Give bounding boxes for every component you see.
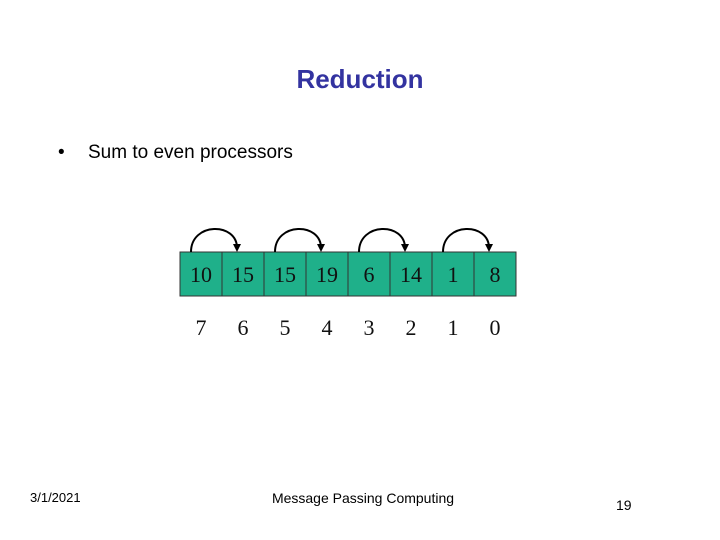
cell-value: 1	[448, 262, 459, 287]
reduction-diagram: 10 15 15 19 6 14 1 8 76543210	[179, 228, 517, 340]
cell-value: 8	[490, 262, 501, 287]
cell-value: 10	[190, 262, 212, 287]
processor-index: 6	[238, 315, 249, 340]
send-arrow	[442, 228, 493, 253]
processor-index: 0	[490, 315, 501, 340]
processor-index: 2	[406, 315, 417, 340]
cell-value: 14	[400, 262, 422, 287]
page-number: 19	[616, 497, 632, 513]
processor-index: 7	[196, 315, 207, 340]
send-arrow	[274, 228, 325, 253]
processor-index: 4	[322, 315, 333, 340]
send-arrow	[358, 228, 409, 253]
send-arrow	[190, 228, 241, 253]
cell-value: 15	[232, 262, 254, 287]
processor-index: 1	[448, 315, 459, 340]
footer-title: Message Passing Computing	[271, 490, 455, 506]
processor-index: 5	[280, 315, 291, 340]
cell-value: 6	[364, 262, 375, 287]
processor-index: 3	[364, 315, 375, 340]
cell-value: 19	[316, 262, 338, 287]
cell-value: 15	[274, 262, 296, 287]
